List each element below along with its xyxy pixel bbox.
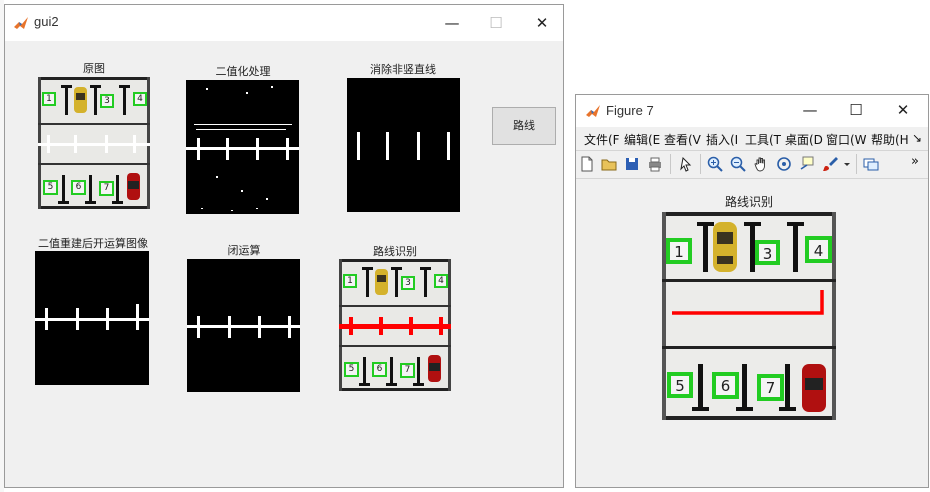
route-button[interactable]: 路线 <box>492 107 556 145</box>
toolbar-separator <box>670 154 671 174</box>
toolbar-divider-bottom <box>576 178 928 179</box>
axes-label-original: 原图 <box>83 62 105 75</box>
vertical-lines-image <box>347 78 460 212</box>
lot-number: 6 <box>376 364 383 374</box>
lot-number: 3 <box>762 245 773 263</box>
axes-label-rebuild: 二值重建后开运算图像 <box>38 237 148 250</box>
lot-number: 7 <box>103 183 110 193</box>
menu-help[interactable]: 帮助(H <box>871 131 909 148</box>
brush-dropdown-icon[interactable] <box>843 155 851 173</box>
menu-edit[interactable]: 编辑(E <box>624 131 660 148</box>
menu-view[interactable]: 查看(V <box>664 131 701 148</box>
lot-number: 3 <box>405 278 411 288</box>
menu-desktop[interactable]: 桌面(D <box>785 131 823 148</box>
axes-label-route: 路线识别 <box>373 245 417 258</box>
save-icon[interactable] <box>623 155 641 173</box>
lot-number: 3 <box>104 96 110 106</box>
figure7-title-bar[interactable]: Figure 7 — ☐ ✕ <box>576 95 928 127</box>
gui2-title-bar[interactable]: gui2 — ☐ ✕ <box>5 5 563 41</box>
link-plot-icon[interactable] <box>862 155 880 173</box>
pan-hand-icon[interactable] <box>752 155 770 173</box>
zoom-in-icon[interactable] <box>706 155 724 173</box>
print-icon[interactable] <box>646 155 664 173</box>
lot-number: 5 <box>348 364 355 374</box>
lot-number: 6 <box>720 377 731 395</box>
toolbar-separator <box>700 154 701 174</box>
new-file-icon[interactable] <box>578 155 596 173</box>
figure-axes-title: 路线识别 <box>724 195 773 209</box>
axes-label-remove-lines: 消除非竖直线 <box>370 63 436 76</box>
maximize-button[interactable]: ☐ <box>842 98 870 122</box>
axes-label-closing: 闭运算 <box>227 244 261 257</box>
closing-image <box>187 259 300 392</box>
zoom-out-icon[interactable] <box>729 155 747 173</box>
minimize-button[interactable]: — <box>796 98 824 122</box>
gui2-title: gui2 <box>34 14 59 29</box>
lot-number: 5 <box>47 182 54 192</box>
lot-number: 6 <box>75 182 82 192</box>
rebuild-opening-image <box>35 251 149 385</box>
lot-number: 1 <box>347 276 353 286</box>
lot-number: 7 <box>404 365 411 375</box>
menu-window[interactable]: 窗口(W <box>826 131 867 148</box>
matlab-logo-icon <box>585 103 601 119</box>
toolbar-separator <box>856 154 857 174</box>
lot-number: 7 <box>765 379 776 397</box>
lot-number: 5 <box>675 377 685 395</box>
brush-icon[interactable] <box>822 155 840 173</box>
menu-overflow-icon[interactable]: ↘ <box>912 131 922 145</box>
lot-number: 1 <box>46 94 52 104</box>
open-folder-icon[interactable] <box>600 155 618 173</box>
close-button[interactable]: ✕ <box>528 11 556 35</box>
pointer-icon[interactable] <box>677 155 695 173</box>
lot-number: 1 <box>674 243 684 261</box>
close-button[interactable]: ✕ <box>889 98 917 122</box>
menu-tools[interactable]: 工具(T <box>745 131 781 148</box>
lot-number: 4 <box>813 242 824 260</box>
figure7-title: Figure 7 <box>606 103 654 118</box>
maximize-button[interactable]: ☐ <box>482 11 510 35</box>
matlab-logo-icon <box>13 15 29 31</box>
rotate-3d-icon[interactable] <box>775 155 793 173</box>
lot-number: 4 <box>438 276 444 286</box>
binarized-image <box>186 80 299 214</box>
menu-file[interactable]: 文件(F <box>584 131 620 148</box>
lot-number: 4 <box>137 94 143 104</box>
axes-label-binarize: 二值化处理 <box>215 65 271 78</box>
toolbar-overflow-icon[interactable]: » <box>911 154 919 169</box>
data-cursor-icon[interactable] <box>798 155 816 173</box>
toolbar-divider-top <box>576 150 928 151</box>
minimize-button[interactable]: — <box>438 11 466 35</box>
menu-insert[interactable]: 插入(I <box>706 131 738 148</box>
